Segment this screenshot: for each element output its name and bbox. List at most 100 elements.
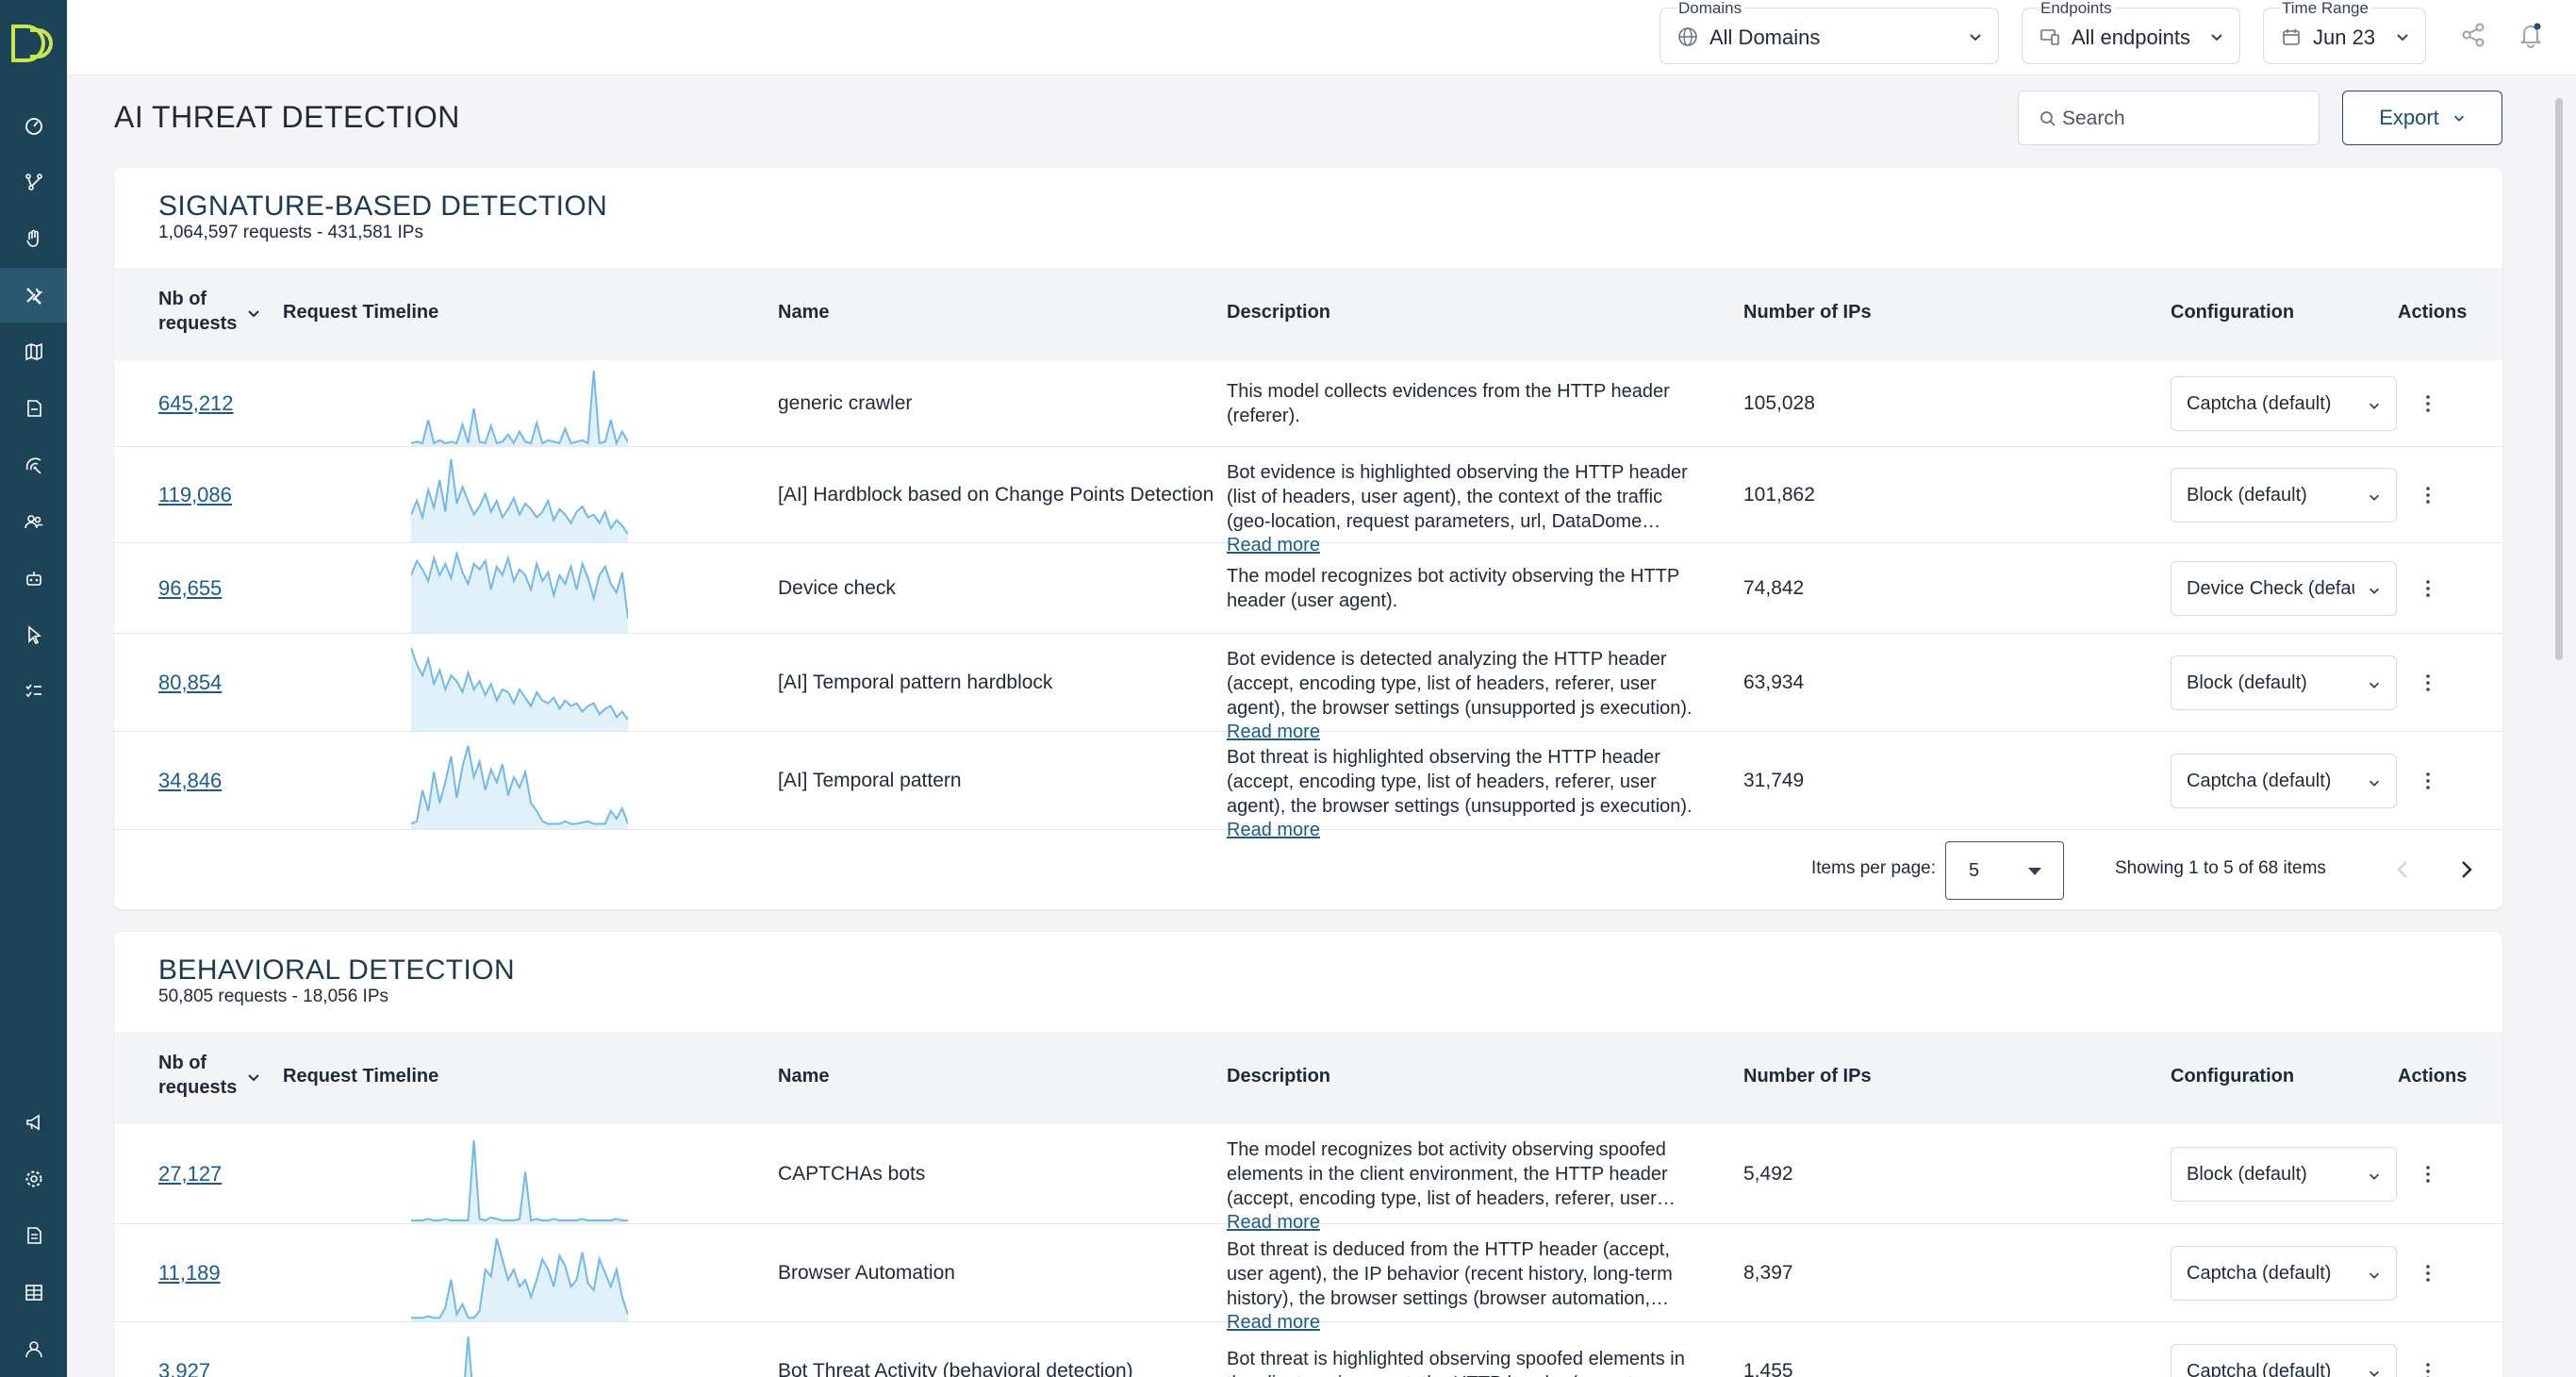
pointer-icon — [27, 625, 41, 645]
request-timeline-sparkline — [411, 458, 628, 542]
nav-item-robot[interactable] — [0, 551, 67, 606]
nav-item-dashboard[interactable] — [0, 98, 67, 153]
nav-item-flow[interactable] — [0, 155, 67, 209]
flow-icon — [25, 174, 42, 191]
kebab-menu-icon[interactable] — [2417, 1360, 2439, 1377]
signature-detection-card: SIGNATURE-BASED DETECTION 1,064,597 requ… — [114, 168, 2502, 909]
next-page-icon[interactable] — [2456, 858, 2477, 881]
card-subtitle: 50,805 requests - 18,056 IPs — [158, 987, 388, 1006]
robot-icon — [25, 572, 41, 586]
nav-item-settings[interactable] — [0, 1152, 67, 1206]
configuration-select[interactable]: Captcha (default) — [2171, 754, 2397, 808]
nav-item-tools[interactable] — [0, 268, 67, 323]
building-icon — [25, 1285, 42, 1301]
configuration-value: Block (default) — [2187, 1164, 2307, 1185]
requests-count-link[interactable]: 645,212 — [158, 391, 234, 416]
th-name: Name — [778, 302, 830, 323]
th-nb-requests[interactable]: Nb of requests — [158, 287, 237, 336]
th-actions: Actions — [2398, 302, 2468, 323]
nav-item-report[interactable] — [0, 381, 67, 436]
detection-name: [AI] Temporal pattern — [778, 770, 962, 791]
requests-count-link[interactable]: 96,655 — [158, 576, 222, 601]
export-button[interactable]: Export — [2342, 91, 2502, 145]
nav-item-checklist[interactable] — [0, 664, 67, 719]
bell-icon[interactable] — [2517, 21, 2545, 49]
description-text: Bot threat is highlighted observing the … — [1227, 747, 1693, 817]
kebab-menu-icon[interactable] — [2417, 672, 2439, 694]
chevron-down-icon — [2370, 588, 2379, 594]
sparkline-line — [411, 1139, 628, 1222]
nav-item-building[interactable] — [0, 1265, 67, 1319]
configuration-select[interactable]: Block (default) — [2171, 655, 2397, 710]
th-nb-requests[interactable]: Nb of requests — [158, 1051, 237, 1100]
configuration-select[interactable]: Device Check (default) — [2171, 561, 2397, 616]
configuration-value: Captcha (default) — [2187, 393, 2332, 414]
table-row: 27,127 CAPTCHAs bots The model recognizes … — [114, 1124, 2502, 1233]
sparkline-area — [465, 1336, 472, 1377]
detection-name: Bot Threat Activity (behavioral detectio… — [778, 1360, 1133, 1377]
kebab-menu-icon[interactable] — [2417, 1163, 2439, 1186]
sort-chevron-icon[interactable] — [246, 1070, 261, 1085]
detection-description: Bot threat is highlighted observing the … — [1227, 745, 1698, 841]
search-field[interactable] — [2018, 91, 2320, 145]
configuration-select[interactable]: Captcha (default) — [2171, 1344, 2397, 1377]
requests-count-link[interactable]: 11,189 — [158, 1261, 221, 1286]
configuration-select[interactable]: Captcha (default) — [2171, 376, 2397, 431]
configuration-select[interactable]: Captcha (default) — [2171, 1246, 2397, 1301]
document-icon — [26, 1227, 41, 1244]
nav-item-megaphone[interactable] — [0, 1095, 67, 1150]
configuration-value: Captcha (default) — [2187, 771, 2332, 791]
configuration-select[interactable]: Block (default) — [2171, 468, 2397, 523]
devices-icon — [2040, 29, 2059, 45]
pagination-summary: Showing 1 to 5 of 68 items — [2115, 858, 2326, 878]
requests-count-link[interactable]: 119,086 — [158, 483, 232, 507]
nav-item-document[interactable] — [0, 1208, 67, 1263]
description-text: Bot evidence is detected analyzing the H… — [1227, 649, 1693, 719]
requests-count-link[interactable]: 34,846 — [158, 769, 222, 793]
requests-count-link[interactable]: 3,927 — [158, 1359, 210, 1377]
th-description: Description — [1227, 302, 1331, 323]
share-icon[interactable] — [2459, 21, 2487, 49]
detection-name: CAPTCHAs bots — [778, 1163, 926, 1185]
endpoints-value: All endpoints — [2072, 25, 2190, 49]
card-subtitle: 1,064,597 requests - 431,581 IPs — [158, 223, 423, 242]
ips-count: 101,862 — [1743, 484, 1815, 506]
chevron-down-icon — [2397, 34, 2408, 41]
prev-page-icon[interactable] — [2392, 858, 2413, 881]
requests-count-link[interactable]: 80,854 — [158, 671, 222, 695]
th-nb-line2: requests — [158, 313, 238, 334]
sort-chevron-icon[interactable] — [246, 306, 261, 321]
items-per-page-select[interactable]: 5 — [1945, 841, 2064, 900]
search-input[interactable] — [2062, 105, 2307, 133]
export-label: Export — [2379, 106, 2439, 129]
requests-count-link[interactable]: 27,127 — [158, 1162, 222, 1186]
kebab-menu-icon[interactable] — [2417, 484, 2439, 506]
request-timeline-sparkline — [411, 1237, 628, 1321]
time-range-label: Time Range — [2279, 0, 2371, 18]
configuration-select[interactable]: Block (default) — [2171, 1147, 2397, 1202]
dashboard-icon — [25, 118, 42, 135]
th-timeline: Request Timeline — [283, 1066, 439, 1087]
endpoints-filter[interactable]: Endpoints All endpoints — [2022, 0, 2240, 64]
behavioral-detection-card: BEHAVIORAL DETECTION 50,805 requests - 1… — [114, 932, 2502, 1377]
datadome-logo[interactable] — [8, 23, 58, 66]
domains-filter[interactable]: Domains All Domains — [1660, 0, 1999, 64]
th-ips: Number of IPs — [1743, 302, 1872, 323]
time-range-filter[interactable]: Time Range Jun 23 — [2263, 0, 2426, 64]
nav-item-map[interactable] — [0, 324, 67, 379]
nav-item-radar[interactable] — [0, 438, 67, 492]
kebab-menu-icon[interactable] — [2417, 770, 2439, 792]
kebab-menu-icon[interactable] — [2417, 1262, 2439, 1285]
kebab-menu-icon[interactable] — [2417, 392, 2439, 415]
nav-item-hand[interactable] — [0, 211, 67, 266]
th-configuration: Configuration — [2171, 1066, 2295, 1087]
kebab-menu-icon[interactable] — [2417, 577, 2439, 600]
nav-item-users[interactable] — [0, 494, 67, 549]
nav-item-account[interactable] — [0, 1321, 67, 1376]
ips-count: 74,842 — [1743, 577, 1805, 599]
chevron-down-icon — [2370, 682, 2379, 688]
table-row: 11,189 Browser Automation Bot threat is de… — [114, 1224, 2502, 1333]
domains-label: Domains — [1676, 0, 1745, 18]
nav-item-pointer[interactable] — [0, 607, 67, 662]
scrollbar-thumb[interactable] — [2555, 98, 2563, 660]
